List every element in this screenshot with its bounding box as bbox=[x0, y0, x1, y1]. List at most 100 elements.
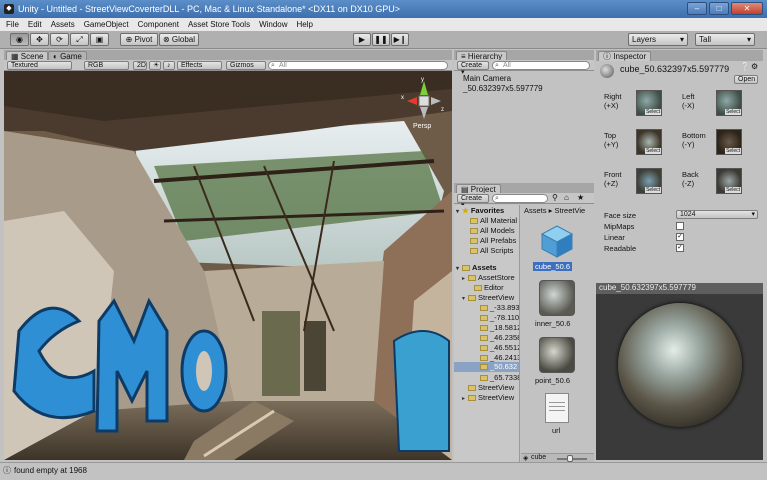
hierarchy-item[interactable]: Main Camera bbox=[463, 74, 511, 83]
minimize-button[interactable]: – bbox=[687, 2, 707, 15]
menu-edit[interactable]: Edit bbox=[28, 20, 42, 29]
asset-sphere-icon[interactable] bbox=[539, 337, 575, 373]
asset-label[interactable]: url bbox=[552, 426, 560, 435]
select-button[interactable]: Select bbox=[645, 187, 661, 193]
menu-window[interactable]: Window bbox=[259, 20, 287, 29]
breadcrumb-root[interactable]: Assets bbox=[524, 206, 547, 215]
move-tool-button[interactable]: ✥ bbox=[30, 33, 49, 46]
lighting-toggle[interactable]: ☀ bbox=[149, 61, 161, 70]
menu-asset-store-tools[interactable]: Asset Store Tools bbox=[188, 20, 250, 29]
breadcrumb-child[interactable]: StreetVie bbox=[554, 206, 585, 215]
tree-item[interactable]: _-78.110 bbox=[480, 313, 519, 322]
hierarchy-item[interactable]: _50.632397x5.597779 bbox=[463, 84, 543, 93]
asset-sphere-icon[interactable] bbox=[539, 280, 575, 316]
scene-viewport[interactable]: y x z Persp bbox=[4, 71, 452, 460]
gizmos-dropdown[interactable]: Gizmos bbox=[226, 61, 266, 70]
tab-inspector[interactable]: ⓘ Inspector bbox=[598, 51, 652, 61]
project-panel: ▤ Project Create ▾ ⚲ ⌂ ★ ▾★ Favorites Al… bbox=[454, 183, 594, 463]
help-icon[interactable]: ❔ bbox=[740, 62, 750, 71]
filter-type-icon[interactable]: ⚲ bbox=[552, 193, 558, 202]
face-axis: (-Z) bbox=[682, 179, 695, 188]
tree-item[interactable]: ▾ StreetView bbox=[462, 293, 514, 302]
favorite-item[interactable]: All Models bbox=[470, 226, 515, 235]
folder-icon bbox=[474, 285, 482, 292]
render-mode-dropdown[interactable]: Textured bbox=[7, 61, 72, 70]
gear-icon[interactable]: ⚙ bbox=[751, 62, 758, 71]
face-texture-slot[interactable]: Select bbox=[636, 129, 662, 155]
effects-dropdown[interactable]: Effects bbox=[177, 61, 222, 70]
asset-cubemap-icon[interactable] bbox=[539, 223, 575, 259]
pause-button[interactable]: ❚❚ bbox=[372, 33, 390, 46]
tree-item[interactable]: StreetView bbox=[468, 383, 514, 392]
global-toggle[interactable]: ⊗ Global bbox=[159, 33, 199, 46]
tree-item[interactable]: _18.5812 bbox=[480, 323, 519, 332]
filter-label-icon[interactable]: ⌂ bbox=[564, 193, 569, 202]
preview-header[interactable]: cube_50.632397x5.597779 bbox=[596, 283, 763, 294]
document-file-icon[interactable] bbox=[545, 393, 569, 423]
rotate-tool-button[interactable]: ⟳ bbox=[50, 33, 69, 46]
tree-item[interactable]: _-33.893 bbox=[480, 303, 519, 312]
face-texture-slot[interactable]: Select bbox=[716, 168, 742, 194]
hierarchy-search-input[interactable]: All bbox=[492, 61, 590, 70]
face-size-dropdown[interactable]: 1024 ▾ bbox=[676, 210, 758, 219]
tree-item[interactable]: ▸ AssetStore bbox=[462, 273, 515, 282]
menu-help[interactable]: Help bbox=[297, 20, 313, 29]
linear-checkbox[interactable]: ✓ bbox=[676, 233, 684, 241]
select-button[interactable]: Select bbox=[725, 187, 741, 193]
project-create-dropdown[interactable]: Create ▾ bbox=[457, 194, 489, 209]
asset-label[interactable]: point_50.6 bbox=[535, 376, 570, 385]
step-button[interactable]: ▶❙ bbox=[391, 33, 409, 46]
layers-dropdown[interactable]: Layers ▾ bbox=[628, 33, 688, 46]
select-button[interactable]: Select bbox=[645, 109, 661, 115]
maximize-button[interactable]: □ bbox=[709, 2, 729, 15]
tree-item[interactable]: _46.5512 bbox=[480, 343, 519, 352]
scene-orientation-gizmo[interactable]: y x z Persp bbox=[399, 77, 449, 134]
play-button[interactable]: ▶ bbox=[353, 33, 371, 46]
mipmaps-checkbox[interactable] bbox=[676, 222, 684, 230]
assets-header[interactable]: ▾ Assets bbox=[456, 263, 497, 272]
open-button[interactable]: Open bbox=[734, 75, 758, 84]
face-texture-slot[interactable]: Select bbox=[716, 90, 742, 116]
cubemap-preview-sphere[interactable] bbox=[618, 303, 742, 427]
layout-dropdown[interactable]: Tall ▾ bbox=[695, 33, 755, 46]
select-button[interactable]: Select bbox=[645, 148, 661, 154]
face-texture-slot[interactable]: Select bbox=[636, 90, 662, 116]
tree-item[interactable]: _65.7338 bbox=[480, 373, 519, 382]
favorite-item[interactable]: All Material bbox=[470, 216, 517, 225]
folder-icon bbox=[480, 335, 488, 342]
tree-item[interactable]: _46.2358 bbox=[480, 333, 519, 342]
hand-tool-button[interactable]: ◉ bbox=[10, 33, 29, 46]
thumbnail-size-slider-handle[interactable] bbox=[567, 455, 573, 462]
face-texture-slot[interactable]: Select bbox=[716, 129, 742, 155]
select-button[interactable]: Select bbox=[725, 109, 741, 115]
select-button[interactable]: Select bbox=[725, 148, 741, 154]
status-message[interactable]: found empty at 1968 bbox=[14, 466, 87, 475]
close-button[interactable]: ✕ bbox=[731, 2, 763, 15]
favorite-star-icon[interactable]: ★ bbox=[577, 193, 584, 202]
menu-gameobject[interactable]: GameObject bbox=[84, 20, 129, 29]
rect-tool-button[interactable]: ▣ bbox=[90, 33, 109, 46]
readable-checkbox[interactable]: ✓ bbox=[676, 244, 684, 252]
color-mode-dropdown[interactable]: RGB bbox=[84, 61, 129, 70]
hierarchy-create-dropdown[interactable]: Create ▾ bbox=[457, 61, 489, 76]
menu-assets[interactable]: Assets bbox=[51, 20, 75, 29]
search-folder-icon bbox=[470, 248, 478, 255]
asset-label-selected[interactable]: cube_50.6 bbox=[533, 262, 573, 271]
favorites-header[interactable]: ▾ ★ Favorites bbox=[456, 206, 504, 215]
tree-item[interactable]: ▸ StreetView bbox=[462, 393, 514, 402]
face-texture-slot[interactable]: Select bbox=[636, 168, 662, 194]
pivot-toggle[interactable]: ⊕ Pivot bbox=[120, 33, 158, 46]
menu-component[interactable]: Component bbox=[138, 20, 179, 29]
favorite-item[interactable]: All Scripts bbox=[470, 246, 513, 255]
project-search-input[interactable] bbox=[492, 194, 548, 203]
scale-tool-button[interactable]: ⤢ bbox=[70, 33, 89, 46]
scene-search-input[interactable]: All bbox=[268, 61, 448, 70]
2d-toggle[interactable]: 2D bbox=[133, 61, 147, 70]
audio-toggle[interactable]: ♪ bbox=[163, 61, 175, 70]
tree-item[interactable]: _46.2413 bbox=[480, 353, 519, 362]
favorite-item[interactable]: All Prefabs bbox=[470, 236, 516, 245]
asset-label[interactable]: inner_50.6 bbox=[535, 319, 570, 328]
tree-item[interactable]: Editor bbox=[474, 283, 504, 292]
menu-file[interactable]: File bbox=[6, 20, 19, 29]
tree-item-selected[interactable]: _50.632 bbox=[454, 362, 519, 372]
